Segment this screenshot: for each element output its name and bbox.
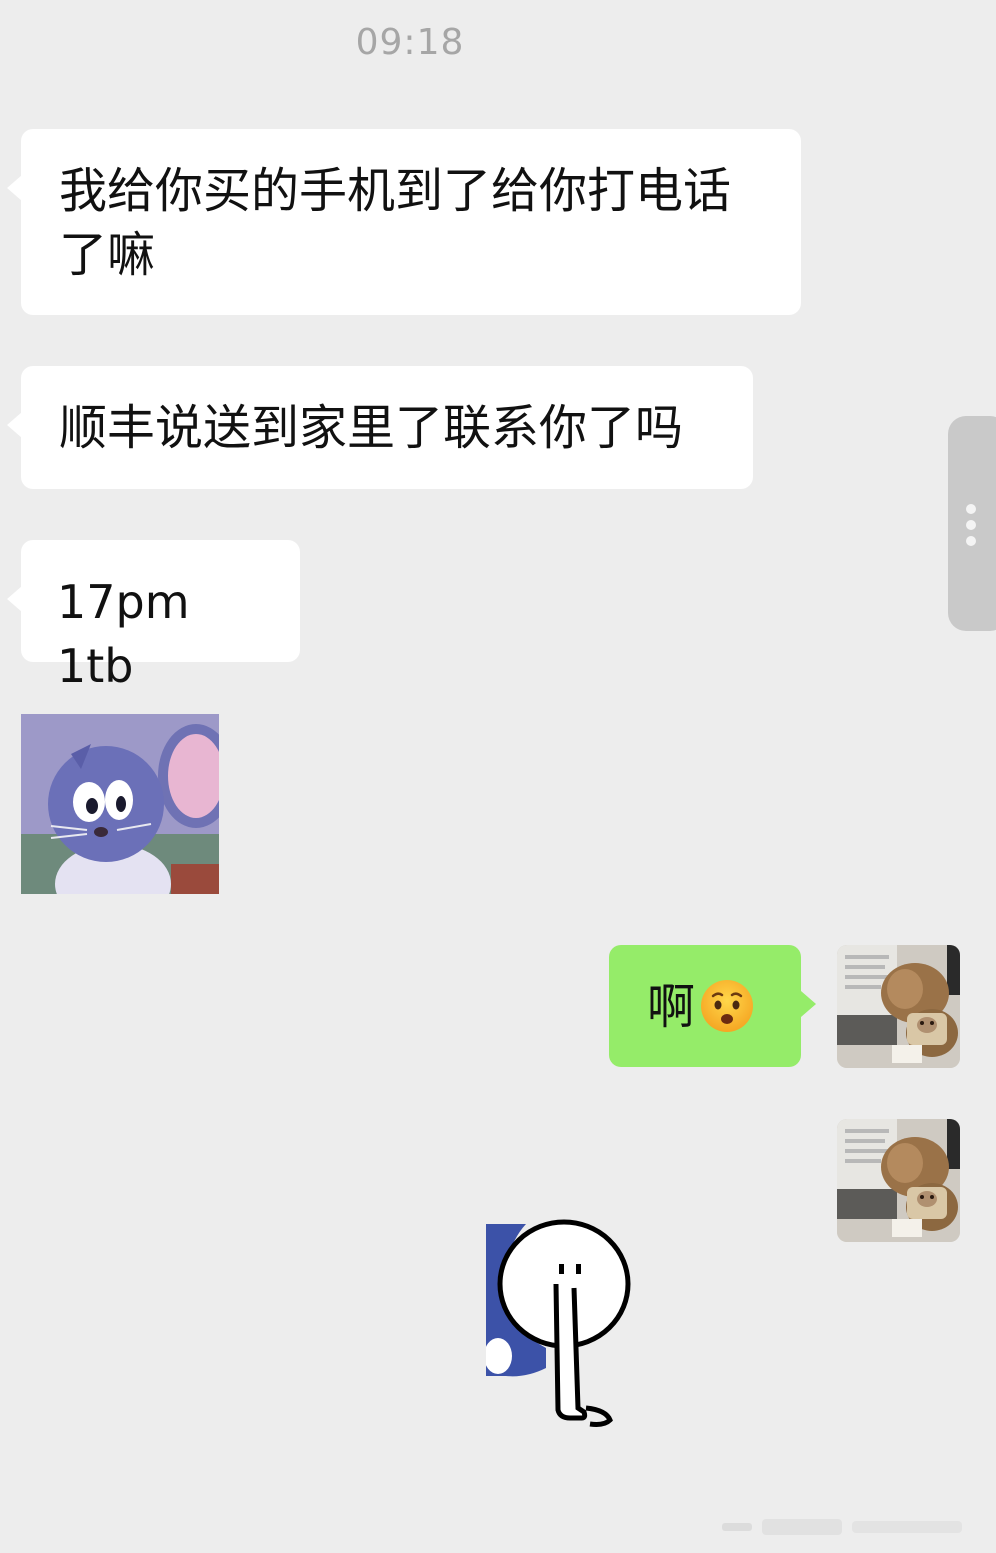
more-dots-icon [966, 504, 976, 514]
stick-figure-sticker-icon [486, 1219, 631, 1427]
stick-figure-sticker[interactable] [486, 1218, 636, 1428]
watermark-icon [722, 1519, 962, 1535]
worried-face-emoji [701, 980, 754, 1032]
user-avatar[interactable] [837, 945, 960, 1068]
incoming-message-bubble[interactable]: 顺丰说送到家里了联系你了吗 [7, 366, 753, 489]
message-text: 啊 [647, 979, 696, 1035]
plush-dog-avatar-icon [837, 945, 960, 1068]
message-text: 顺丰说送到家里了联系你了吗 [59, 400, 684, 456]
incoming-message-bubble[interactable]: 我给你买的手机到了给你打电话了嘛 [7, 129, 801, 315]
floating-side-handle[interactable] [948, 416, 996, 631]
plush-dog-avatar-icon [837, 1119, 960, 1242]
outgoing-message-bubble[interactable]: 啊 [609, 945, 816, 1067]
incoming-message-bubble[interactable]: 17pm 1tb [7, 540, 300, 693]
message-timestamp: 09:18 [355, 22, 465, 63]
message-text: 17pm 1tb [57, 575, 190, 693]
mouse-sticker-icon [21, 714, 219, 894]
more-dots-icon [966, 536, 976, 546]
message-text: 我给你买的手机到了给你打电话了嘛 [59, 163, 732, 283]
more-dots-icon [966, 520, 976, 530]
mouse-sticker[interactable] [21, 714, 219, 894]
user-avatar[interactable] [837, 1119, 960, 1242]
chat-screen: 09:18 我给你买的手机到了给你打电话了嘛 顺丰说送到家里了联系你了吗 17p… [0, 0, 996, 1553]
